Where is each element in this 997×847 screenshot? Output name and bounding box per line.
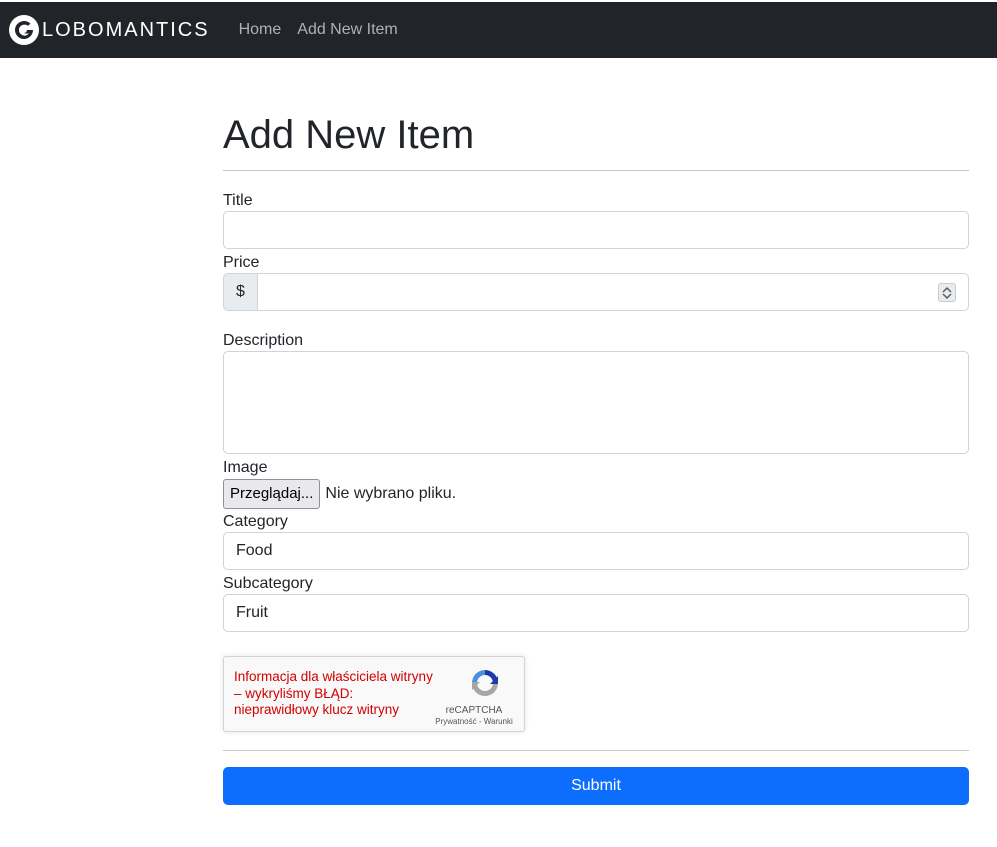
category-select[interactable]: Food: [223, 532, 969, 570]
navbar: LOBOMANTICS Home Add New Item: [0, 2, 997, 58]
subcategory-selected-value: Fruit: [236, 604, 268, 621]
recaptcha-widget[interactable]: Informacja dla właściciela witryny – wyk…: [223, 656, 525, 732]
submit-button[interactable]: Submit: [223, 767, 969, 805]
recaptcha-privacy-terms-links[interactable]: Prywatność - Warunki: [424, 717, 524, 726]
title-divider: [223, 170, 969, 171]
number-spinner-icon[interactable]: [938, 283, 956, 302]
price-label: Price: [223, 254, 260, 271]
recaptcha-error-message: Informacja dla właściciela witryny – wyk…: [234, 669, 433, 717]
currency-prefix: $: [223, 273, 258, 311]
subcategory-label: Subcategory: [223, 575, 313, 592]
nav-link-add-new-item[interactable]: Add New Item: [297, 21, 397, 39]
page-title: Add New Item: [223, 113, 475, 157]
nav-link-home[interactable]: Home: [239, 21, 282, 39]
file-status-text: Nie wybrano pliku.: [325, 484, 457, 502]
subcategory-select[interactable]: Fruit: [223, 594, 969, 632]
recaptcha-brand: reCAPTCHA: [445, 705, 503, 716]
nav-links: Home Add New Item: [239, 21, 414, 39]
browse-file-button[interactable]: Przeglądaj...: [223, 478, 321, 509]
price-input-group: $: [223, 273, 969, 311]
submit-divider: [223, 750, 969, 751]
image-label: Image: [223, 459, 268, 476]
category-label: Category: [223, 513, 288, 530]
description-textarea[interactable]: [223, 351, 969, 454]
title-input[interactable]: [223, 211, 969, 249]
title-label: Title: [223, 192, 253, 209]
main-content: Add New Item Title Price $ Description I…: [223, 58, 969, 805]
price-input[interactable]: [258, 273, 969, 311]
image-file-input: Przeglądaj... Nie wybrano pliku.: [223, 478, 456, 509]
brand[interactable]: LOBOMANTICS: [8, 2, 210, 58]
spinner-down-icon: [942, 293, 952, 299]
description-label: Description: [223, 332, 304, 349]
globomantics-logo-icon: [9, 15, 39, 45]
category-selected-value: Food: [236, 542, 273, 559]
brand-name: LOBOMANTICS: [42, 18, 210, 41]
recaptcha-logo-icon: [472, 670, 498, 696]
